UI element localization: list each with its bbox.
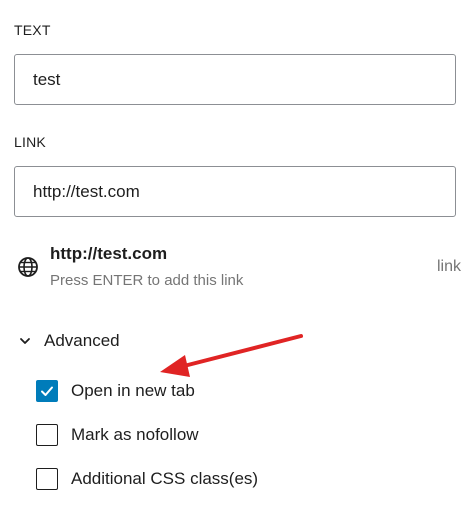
- additional-css-class-label: Additional CSS class(es): [71, 469, 259, 488]
- open-in-new-tab-label: Open in new tab: [71, 381, 195, 400]
- mark-as-nofollow-option[interactable]: Mark as nofollow: [36, 422, 199, 448]
- link-settings-panel: TEXT LINK http://test.com Press ENTER to…: [0, 0, 473, 507]
- advanced-label: Advanced: [44, 331, 120, 350]
- link-field-label: LINK: [14, 134, 46, 150]
- suggestion-hint: Press ENTER to add this link: [50, 272, 244, 289]
- mark-as-nofollow-label: Mark as nofollow: [71, 425, 199, 444]
- advanced-toggle[interactable]: Advanced: [14, 327, 120, 355]
- open-in-new-tab-option[interactable]: Open in new tab: [36, 378, 195, 404]
- checkmark-icon: [41, 386, 53, 396]
- link-input[interactable]: [14, 166, 456, 217]
- open-in-new-tab-checkbox[interactable]: [36, 380, 58, 402]
- chevron-down-icon: [20, 338, 30, 344]
- mark-as-nofollow-checkbox[interactable]: [36, 424, 58, 446]
- link-suggestion[interactable]: http://test.com Press ENTER to add this …: [14, 240, 464, 298]
- suggestion-type: link: [436, 258, 461, 275]
- additional-css-class-option[interactable]: Additional CSS class(es): [36, 466, 258, 492]
- suggestion-title: http://test.com: [50, 244, 168, 263]
- text-field-label: TEXT: [14, 22, 51, 38]
- text-input[interactable]: [14, 54, 456, 105]
- globe-icon: [18, 257, 38, 277]
- additional-css-class-checkbox[interactable]: [36, 468, 58, 490]
